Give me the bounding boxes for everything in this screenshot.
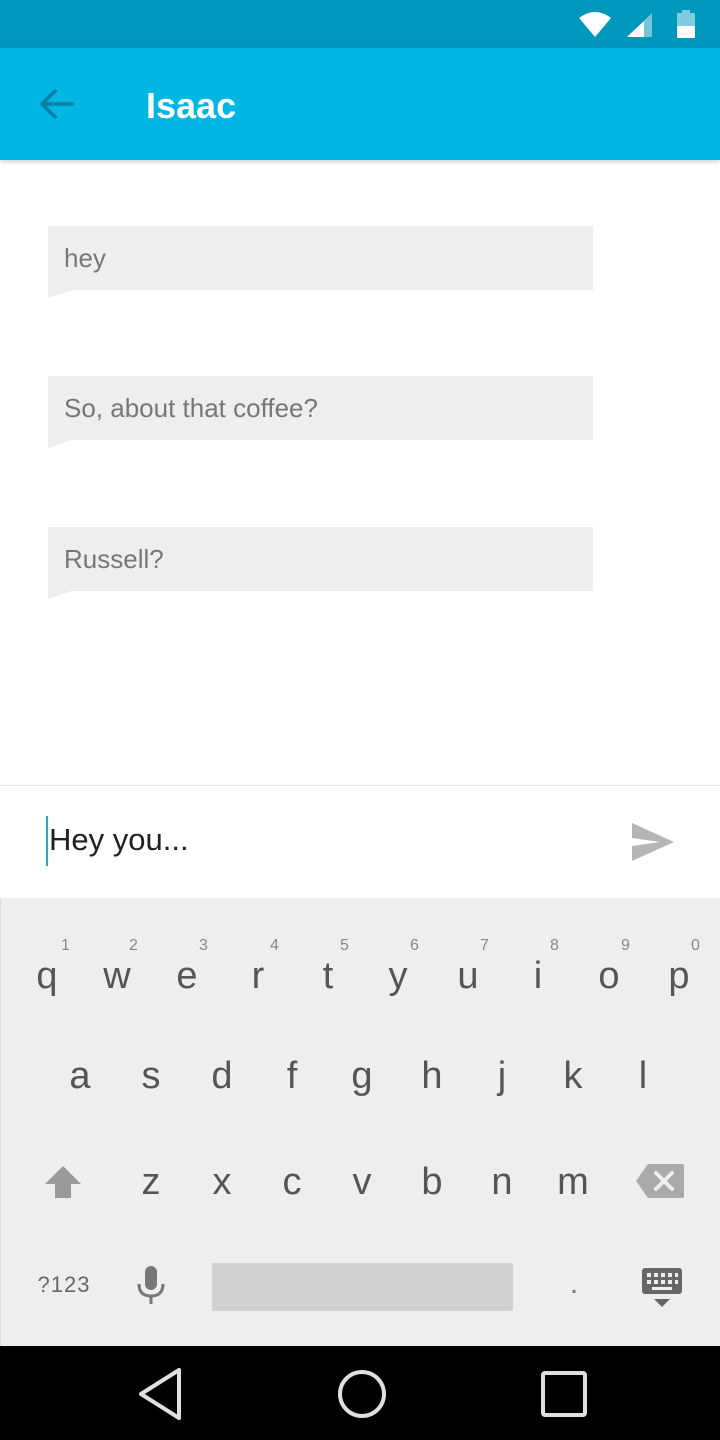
key-s[interactable]: s	[125, 1056, 177, 1100]
key-label: b	[421, 1161, 443, 1203]
nav-back-button[interactable]	[130, 1364, 190, 1424]
keyboard-hide-icon	[642, 1268, 682, 1307]
key-label: n	[491, 1161, 513, 1203]
key-hint: 9	[621, 937, 630, 954]
hide-keyboard-key[interactable]	[639, 1266, 685, 1310]
key-e[interactable]: 3 e	[161, 938, 213, 1000]
key-hint: 0	[691, 937, 700, 954]
text-cursor	[46, 816, 48, 866]
key-p[interactable]: 0 p	[653, 938, 705, 1000]
status-bar	[0, 0, 720, 48]
nav-home-button[interactable]	[332, 1364, 392, 1424]
key-label: s	[141, 1055, 161, 1097]
key-label: z	[141, 1161, 161, 1203]
message-bubble: Russell?	[48, 527, 593, 599]
period-key[interactable]: .	[556, 1264, 592, 1308]
key-v[interactable]: v	[336, 1162, 388, 1206]
key-label: j	[497, 1055, 507, 1097]
key-i[interactable]: 8 i	[512, 938, 564, 1000]
message-bubble: hey	[48, 226, 593, 298]
key-b[interactable]: b	[406, 1162, 458, 1206]
microphone-icon	[137, 1266, 165, 1304]
key-u[interactable]: 7 u	[442, 938, 494, 1000]
send-icon	[632, 823, 674, 861]
key-label: h	[421, 1055, 443, 1097]
bubble-tail	[48, 290, 72, 298]
key-o[interactable]: 9 o	[583, 938, 635, 1000]
message-list: hey So, about that coffee? Russell?	[0, 160, 720, 785]
cell-signal-icon	[627, 13, 652, 37]
key-hint: 7	[480, 937, 489, 954]
arrow-back-icon	[39, 88, 74, 120]
app-bar: Isaac	[0, 48, 720, 160]
message-text: hey	[64, 242, 106, 273]
nav-back-icon	[139, 1368, 181, 1420]
key-hint: 2	[129, 937, 138, 954]
key-j[interactable]: j	[476, 1056, 528, 1100]
key-n[interactable]: n	[476, 1162, 528, 1206]
compose-bar: Hey you...	[0, 785, 720, 898]
key-label: x	[212, 1161, 232, 1203]
key-label: .	[569, 1267, 579, 1300]
key-hint: 1	[61, 937, 70, 954]
key-g[interactable]: g	[336, 1056, 388, 1100]
key-label: d	[211, 1055, 233, 1097]
key-hint: 5	[340, 937, 349, 954]
key-c[interactable]: c	[266, 1162, 318, 1206]
nav-recents-button[interactable]	[534, 1364, 594, 1424]
system-nav-bar	[0, 1346, 720, 1440]
key-hint: 3	[199, 937, 208, 954]
wifi-icon	[579, 12, 611, 37]
key-label: k	[563, 1055, 583, 1097]
key-m[interactable]: m	[547, 1162, 599, 1206]
shift-key[interactable]	[37, 1160, 89, 1204]
key-z[interactable]: z	[125, 1162, 177, 1206]
key-t[interactable]: 5 t	[302, 938, 354, 1000]
key-k[interactable]: k	[547, 1056, 599, 1100]
key-r[interactable]: 4 r	[232, 938, 284, 1000]
message-text: Russell?	[64, 543, 164, 574]
key-y[interactable]: 6 y	[372, 938, 424, 1000]
space-key[interactable]	[212, 1263, 513, 1311]
key-label: m	[557, 1161, 589, 1203]
key-w[interactable]: 2 w	[91, 938, 143, 1000]
back-button[interactable]	[26, 76, 86, 132]
bubble-tail	[48, 440, 72, 448]
key-hint: 4	[270, 937, 279, 954]
key-l[interactable]: l	[617, 1056, 669, 1100]
key-label: f	[286, 1055, 298, 1097]
send-button[interactable]	[626, 816, 680, 868]
battery-icon	[677, 10, 695, 38]
nav-recents-icon	[541, 1371, 587, 1417]
conversation-title: Isaac	[146, 85, 237, 126]
key-a[interactable]: a	[54, 1056, 106, 1100]
voice-input-key[interactable]	[133, 1264, 169, 1308]
key-label: a	[69, 1055, 91, 1097]
message-bubble: So, about that coffee?	[48, 376, 593, 448]
backspace-icon	[636, 1164, 684, 1198]
backspace-key[interactable]	[631, 1162, 689, 1206]
nav-home-icon	[338, 1370, 386, 1418]
key-label: ?123	[37, 1272, 91, 1297]
key-x[interactable]: x	[196, 1162, 248, 1206]
key-d[interactable]: d	[196, 1056, 248, 1100]
key-hint: 8	[550, 937, 559, 954]
symbols-key[interactable]: ?123	[31, 1272, 97, 1306]
key-h[interactable]: h	[406, 1056, 458, 1100]
message-text: So, about that coffee?	[64, 392, 318, 423]
key-q[interactable]: 1 q	[21, 938, 73, 1000]
bubble-tail	[48, 591, 72, 599]
message-input[interactable]: Hey you...	[49, 820, 189, 860]
key-label: c	[282, 1161, 302, 1203]
soft-keyboard: 1 q 2 w 3 e 4 r 5 t 6 y 7 u 8 i 9 o 0 p …	[0, 898, 720, 1346]
key-f[interactable]: f	[266, 1056, 318, 1100]
key-label: g	[351, 1055, 373, 1097]
key-label: l	[638, 1055, 648, 1097]
shift-icon	[45, 1166, 81, 1198]
key-hint: 6	[410, 937, 419, 954]
key-label: v	[352, 1161, 372, 1203]
